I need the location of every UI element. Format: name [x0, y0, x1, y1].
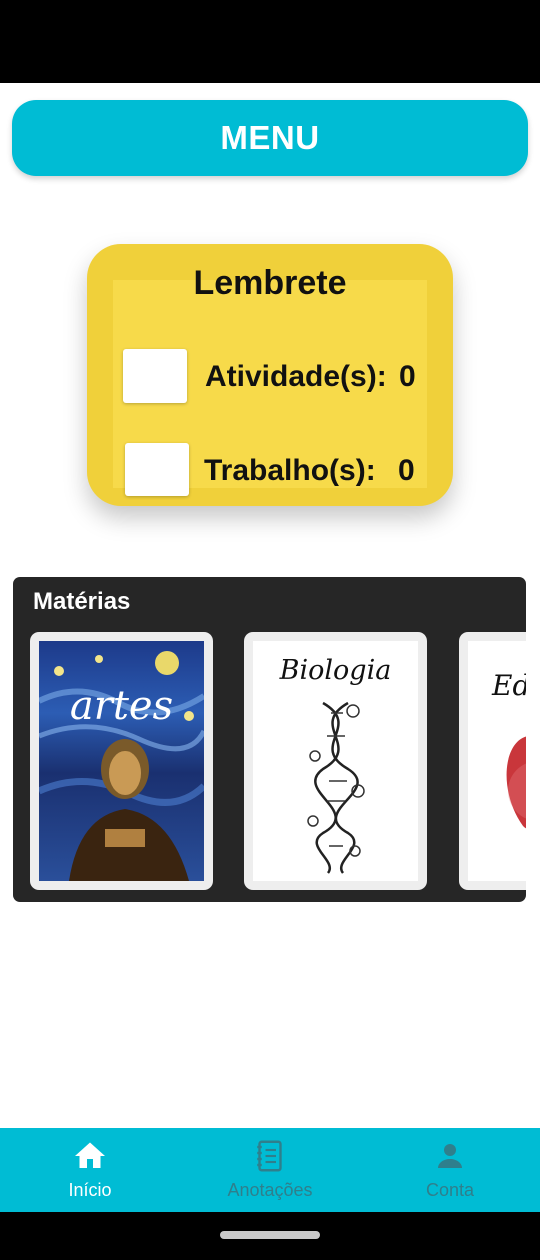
subject-cover-image: Biologia	[253, 641, 418, 881]
subject-card-biologia[interactable]: Biologia	[244, 632, 427, 890]
activities-label: Atividade(s):	[205, 360, 387, 393]
menu-button[interactable]: MENU	[12, 100, 528, 176]
person-icon	[438, 1144, 462, 1168]
nav-item-inicio[interactable]: Início	[0, 1128, 180, 1212]
assignments-count: 0	[398, 454, 415, 487]
menu-button-label: MENU	[220, 119, 320, 156]
reminder-card: Lembrete Atividade(s): 0 Trabalho(s): 0	[87, 244, 453, 506]
reminder-title: Lembrete	[193, 264, 347, 302]
heart-illustration-image	[506, 736, 526, 829]
nav-label: Anotações	[227, 1180, 313, 1200]
bottom-nav: Início Anotações Conta	[0, 1128, 540, 1212]
status-bar	[0, 0, 540, 83]
subject-card-artes[interactable]: artes	[30, 632, 213, 890]
assignments-label: Trabalho(s):	[204, 454, 376, 487]
system-navigation-bar	[0, 1212, 540, 1260]
assignments-box[interactable]	[125, 443, 189, 496]
nav-label: Conta	[425, 1180, 475, 1200]
subject-cover-text: artes	[69, 683, 174, 729]
dna-illustration-image	[307, 701, 365, 874]
activities-box[interactable]	[123, 349, 187, 403]
activities-count: 0	[399, 360, 416, 393]
nav-label: Início	[68, 1180, 112, 1200]
gesture-handle[interactable]	[220, 1231, 320, 1239]
subjects-section: Matérias artes Biologia E	[13, 577, 526, 902]
nav-item-anotacoes[interactable]: Anotações	[180, 1128, 360, 1212]
nav-item-conta[interactable]: Conta	[360, 1128, 540, 1212]
subject-card-third[interactable]: Ed	[459, 632, 526, 890]
subjects-title: Matérias	[33, 588, 131, 615]
home-icon	[75, 1142, 105, 1168]
subject-cover-image: Ed	[468, 641, 526, 881]
subject-cover-image: artes	[39, 641, 204, 881]
starry-night-portrait-image	[39, 651, 204, 881]
notebook-icon	[257, 1140, 282, 1172]
